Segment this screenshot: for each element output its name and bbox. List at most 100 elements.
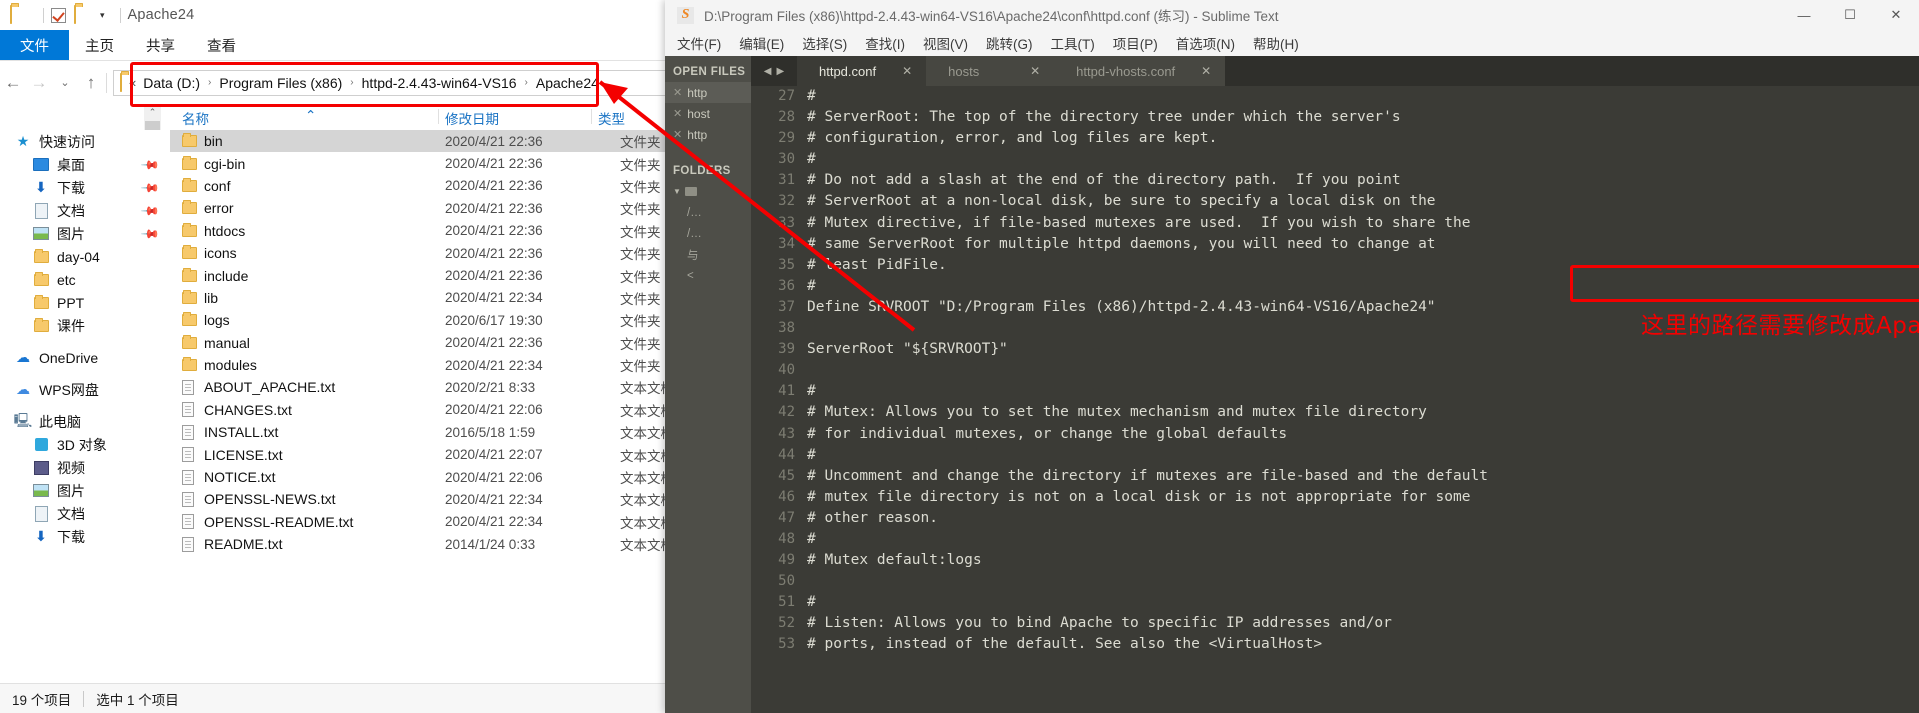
- sidebar-open-file-hosts[interactable]: ✕ host: [665, 103, 751, 124]
- nav-item-11[interactable]: 🖳 此电脑: [0, 410, 170, 433]
- code-line[interactable]: # mutex file directory is not on a local…: [803, 487, 1919, 508]
- sidebar-folder-child-3[interactable]: 与: [665, 244, 751, 265]
- pin-icon[interactable]: 📌: [140, 201, 160, 221]
- menu-selection[interactable]: 选择(S): [802, 33, 847, 53]
- code-line[interactable]: #: [803, 592, 1919, 613]
- nav-item-13[interactable]: 视频: [0, 456, 170, 479]
- code-line[interactable]: # Listen: Allows you to bind Apache to s…: [803, 613, 1919, 634]
- properties-icon[interactable]: [51, 7, 66, 23]
- column-header-name[interactable]: 名称: [182, 108, 209, 128]
- chevron-right-icon-3[interactable]: ›: [525, 77, 528, 88]
- code-line[interactable]: #: [803, 381, 1919, 402]
- close-icon[interactable]: ✕: [673, 107, 682, 120]
- menu-goto[interactable]: 跳转(G): [986, 33, 1033, 53]
- sidebar-folder-child-4[interactable]: <: [665, 265, 751, 286]
- code-line[interactable]: #: [803, 445, 1919, 466]
- close-icon[interactable]: ✕: [1175, 64, 1211, 78]
- code-line[interactable]: # ServerRoot at a non-local disk, be sur…: [803, 191, 1919, 212]
- sidebar-open-file-vhosts[interactable]: ✕ http: [665, 124, 751, 145]
- sidebar-folder-child-1[interactable]: /…: [665, 202, 751, 223]
- sidebar-folder-root[interactable]: ▼: [665, 181, 751, 202]
- menu-preferences[interactable]: 首选项(N): [1176, 33, 1235, 53]
- pin-icon[interactable]: 📌: [140, 155, 160, 175]
- chevron-down-icon[interactable]: ▾: [100, 10, 105, 21]
- menu-edit[interactable]: 编辑(E): [739, 33, 784, 53]
- breadcrumb-overflow[interactable]: «: [129, 75, 136, 90]
- forward-button[interactable]: →: [26, 73, 52, 93]
- code-line[interactable]: # least PidFile.: [803, 255, 1919, 276]
- ribbon-tab-view[interactable]: 查看: [191, 30, 252, 60]
- nav-item-4[interactable]: 图片 📌: [0, 222, 170, 245]
- sidebar-folder-child-2[interactable]: /…: [665, 223, 751, 244]
- close-icon[interactable]: ✕: [673, 86, 682, 99]
- code-line[interactable]: # Mutex default:logs: [803, 550, 1919, 571]
- pin-icon[interactable]: 📌: [140, 224, 160, 244]
- code-line[interactable]: # other reason.: [803, 508, 1919, 529]
- nav-item-6[interactable]: etc: [0, 268, 170, 291]
- breadcrumb-apache24[interactable]: Apache24: [536, 75, 599, 91]
- breadcrumb-program-files[interactable]: Program Files (x86): [219, 75, 342, 91]
- column-header-type[interactable]: 类型: [598, 108, 625, 128]
- back-button[interactable]: ←: [0, 73, 26, 93]
- chevron-right-icon-2[interactable]: ›: [350, 77, 353, 88]
- tab-hosts[interactable]: hosts ✕: [926, 56, 1055, 86]
- up-button[interactable]: ↑: [78, 73, 104, 93]
- code-line[interactable]: #: [803, 149, 1919, 170]
- nav-item-7[interactable]: PPT: [0, 291, 170, 314]
- tab-httpd-conf[interactable]: httpd.conf ✕: [797, 56, 927, 86]
- pin-icon[interactable]: 📌: [140, 178, 160, 198]
- menu-tools[interactable]: 工具(T): [1051, 33, 1095, 53]
- nav-item-1[interactable]: 桌面 📌: [0, 153, 170, 176]
- ribbon-tab-share[interactable]: 共享: [130, 30, 191, 60]
- code-line[interactable]: #: [803, 276, 1919, 297]
- code-line[interactable]: [803, 571, 1919, 592]
- code-line[interactable]: # Do not add a slash at the end of the d…: [803, 170, 1919, 191]
- new-folder-icon[interactable]: [74, 5, 92, 24]
- menu-file[interactable]: 文件(F): [677, 33, 721, 53]
- tab-scroll-arrows[interactable]: ◀ ▶: [751, 56, 797, 86]
- nav-item-3[interactable]: 文档 📌: [0, 199, 170, 222]
- ribbon-tab-home[interactable]: 主页: [69, 30, 130, 60]
- maximize-button[interactable]: ☐: [1827, 0, 1873, 30]
- breadcrumb-data-d[interactable]: Data (D:): [143, 75, 200, 91]
- nav-item-10[interactable]: ☁ WPS网盘: [0, 378, 170, 401]
- code-line[interactable]: # for individual mutexes, or change the …: [803, 424, 1919, 445]
- code-line[interactable]: # Uncomment and change the directory if …: [803, 466, 1919, 487]
- close-icon[interactable]: ✕: [673, 128, 682, 141]
- code-line[interactable]: #: [803, 529, 1919, 550]
- menu-find[interactable]: 查找(I): [865, 33, 905, 53]
- nav-item-2[interactable]: ⬇ 下载 📌: [0, 176, 170, 199]
- chevron-left-icon[interactable]: ◀: [764, 66, 772, 77]
- code-line[interactable]: # Mutex: Allows you to set the mutex mec…: [803, 402, 1919, 423]
- close-button[interactable]: ✕: [1873, 0, 1919, 30]
- chevron-right-icon[interactable]: ▶: [777, 66, 785, 77]
- close-icon[interactable]: ✕: [1004, 64, 1040, 78]
- nav-item-8[interactable]: 课件: [0, 314, 170, 337]
- code-line[interactable]: #: [803, 86, 1919, 107]
- nav-item-12[interactable]: 3D 对象: [0, 433, 170, 456]
- minimize-button[interactable]: —: [1781, 0, 1827, 30]
- menu-help[interactable]: 帮助(H): [1253, 33, 1299, 53]
- nav-item-15[interactable]: 文档: [0, 502, 170, 525]
- menu-project[interactable]: 项目(P): [1113, 33, 1158, 53]
- breadcrumb-httpd[interactable]: httpd-2.4.43-win64-VS16: [362, 75, 517, 91]
- sidebar-open-file-httpd-conf[interactable]: ✕ http: [665, 82, 751, 103]
- nav-item-16[interactable]: ⬇ 下载: [0, 525, 170, 548]
- chevron-right-icon-1[interactable]: ›: [208, 77, 211, 88]
- chevron-down-icon[interactable]: ▼: [673, 187, 681, 196]
- column-header-date[interactable]: 修改日期: [445, 108, 499, 128]
- code-editor-area[interactable]: # # ServerRoot: The top of the directory …: [803, 86, 1919, 713]
- code-line[interactable]: # ports, instead of the default. See als…: [803, 634, 1919, 655]
- close-icon[interactable]: ✕: [876, 64, 912, 78]
- nav-item-9[interactable]: ☁ OneDrive: [0, 346, 170, 369]
- menu-view[interactable]: 视图(V): [923, 33, 968, 53]
- recent-locations-button[interactable]: ⌄: [52, 76, 78, 89]
- column-divider-2[interactable]: [591, 109, 592, 124]
- ribbon-tab-file[interactable]: 文件: [0, 30, 69, 60]
- scroll-up-icon[interactable]: ⌃: [144, 104, 161, 121]
- nav-item-14[interactable]: 图片: [0, 479, 170, 502]
- nav-item-0[interactable]: ★ 快速访问: [0, 130, 170, 153]
- code-line[interactable]: [803, 360, 1919, 381]
- tab-httpd-vhosts-conf[interactable]: httpd-vhosts.conf ✕: [1054, 56, 1226, 86]
- column-divider-1[interactable]: [438, 109, 439, 124]
